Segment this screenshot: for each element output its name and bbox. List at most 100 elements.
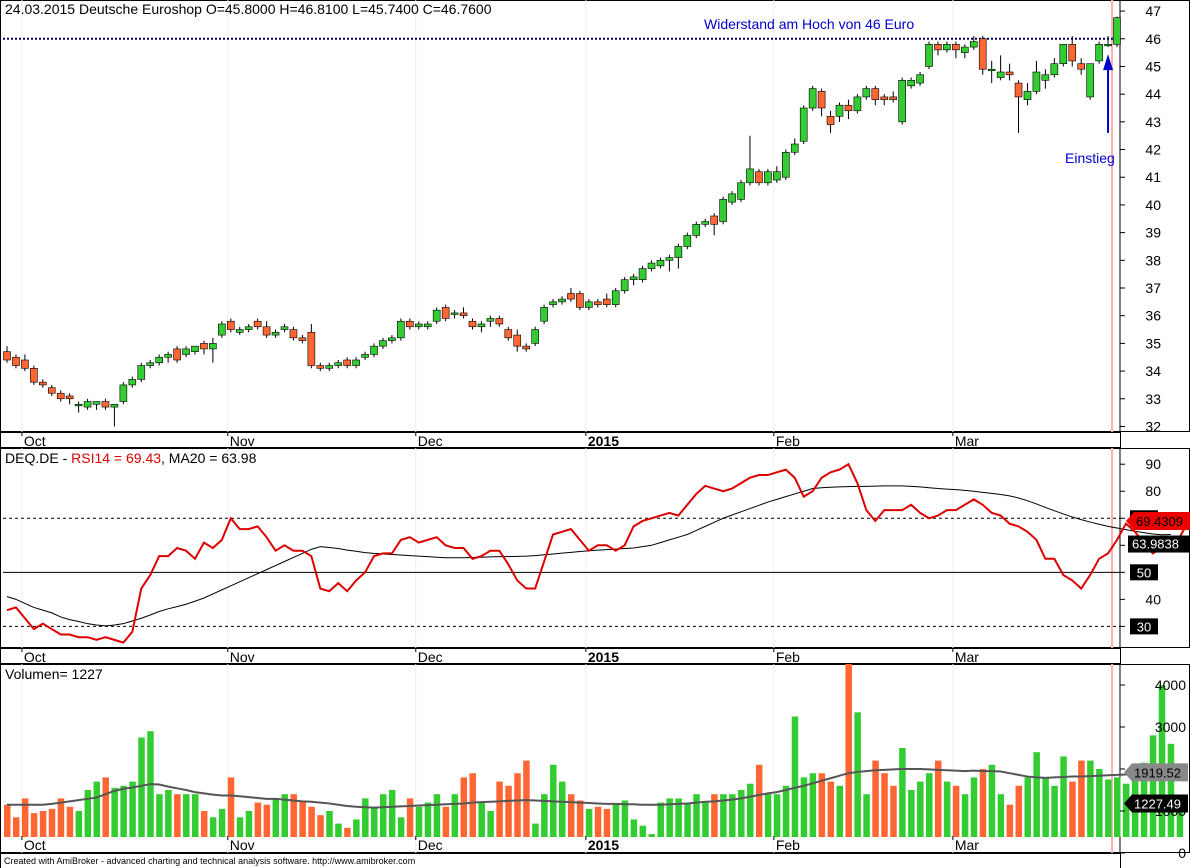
price-ytick-label: 34 [1145, 363, 1161, 379]
volume-bar [460, 777, 468, 837]
volume-bar [970, 777, 978, 837]
candle-body [996, 71, 1005, 78]
candle-body [871, 88, 880, 100]
candle-body [567, 293, 575, 300]
candle-body [1113, 17, 1121, 45]
volume-bar [75, 811, 83, 837]
volume-bar [764, 794, 772, 837]
volume-bar [827, 781, 835, 837]
volume-bar [934, 760, 942, 837]
candle-body [1023, 91, 1032, 100]
volume-bar [209, 817, 217, 837]
price-ytick-label: 36 [1145, 308, 1161, 324]
volume-bar [1033, 752, 1040, 837]
candle-body [343, 359, 351, 366]
volume-bar [639, 825, 647, 837]
volume-bar [30, 813, 38, 837]
volume-bar [379, 794, 387, 837]
volume-bar [505, 785, 512, 837]
price-ytick-label: 47 [1145, 3, 1161, 19]
volume-bar [1060, 756, 1067, 837]
candle-body [65, 395, 74, 400]
volume-bar [791, 716, 799, 837]
month-label: Feb [776, 837, 800, 853]
candle-body [790, 143, 799, 153]
volume-bar [191, 794, 199, 837]
candle-body [522, 345, 530, 350]
volume-bar [594, 806, 602, 837]
volume-bar [254, 802, 262, 837]
candle-body [397, 320, 405, 339]
price-ytick-label: 46 [1145, 31, 1161, 47]
candle-body [952, 44, 960, 51]
volume-bar [863, 794, 870, 837]
volume-bar [227, 777, 235, 837]
volume-bar [218, 808, 226, 837]
candle-body [1068, 44, 1077, 62]
volume-bar [174, 794, 181, 837]
candle-body [629, 276, 638, 280]
volume-bar [245, 811, 253, 837]
volume-bar [1149, 735, 1157, 837]
volume-bar [371, 806, 378, 837]
candle-body [665, 257, 674, 261]
price-ytick-label: 41 [1145, 169, 1161, 185]
price-ytick-label: 39 [1145, 225, 1161, 241]
candle-body [289, 329, 298, 339]
price-ytick-label: 40 [1145, 197, 1161, 213]
candle-body [808, 88, 817, 109]
candle-body [746, 168, 754, 184]
rsi-label: RSI14 = 69.43 [71, 450, 161, 466]
rsi-title-prefix: DEQ.DE - [5, 450, 71, 466]
candle-body [656, 260, 665, 267]
candle-body [943, 44, 951, 51]
candle-body [620, 279, 629, 292]
volume-bar [630, 819, 638, 837]
candle-body [683, 235, 692, 247]
month-label: Nov [230, 649, 255, 665]
month-label: Mar [955, 649, 979, 665]
footer-credit: Created with AmiBroker - advanced charti… [4, 856, 415, 866]
candle-body [155, 356, 163, 364]
price-ytick-label: 38 [1145, 252, 1161, 268]
volume-bar [388, 790, 396, 837]
candle-body [334, 362, 343, 366]
candle-body [56, 392, 65, 400]
volume-bar [469, 773, 476, 837]
rsi-last-value: 69.4309 [1136, 514, 1183, 529]
candle-body [173, 348, 181, 361]
candle-body [74, 404, 83, 407]
candle-body [540, 307, 548, 322]
volume-bar [585, 808, 593, 837]
volume-bar [120, 785, 127, 837]
candle-body [513, 334, 522, 347]
volume-bar [84, 790, 92, 837]
volume-bar [4, 804, 11, 837]
candle-body [1077, 63, 1085, 70]
candle-body [773, 171, 781, 181]
volume-last-value: 1227.49 [1134, 796, 1181, 811]
volume-bar [621, 800, 629, 837]
candle-body [280, 326, 289, 330]
price-ytick-label: 35 [1145, 335, 1161, 351]
candle-body [835, 104, 844, 117]
volume-bar [532, 823, 539, 837]
candle-body [549, 301, 557, 305]
volume-ytick-label: 0 [1178, 845, 1186, 861]
volume-bar [236, 817, 244, 837]
candle-body [844, 104, 853, 112]
candle-body [969, 41, 978, 48]
candle-body [388, 337, 396, 341]
volume-bar [1096, 769, 1103, 837]
candle-body [182, 348, 190, 355]
volume-bar [335, 823, 342, 837]
month-label: Dec [418, 649, 443, 665]
volume-bar [415, 806, 423, 837]
candle-body [1005, 71, 1014, 76]
month-label: Dec [418, 837, 443, 853]
candle-body [92, 401, 101, 405]
volume-bar [514, 773, 521, 837]
candle-body [602, 298, 611, 305]
volume-bar [66, 806, 74, 837]
candle-body [585, 301, 593, 308]
